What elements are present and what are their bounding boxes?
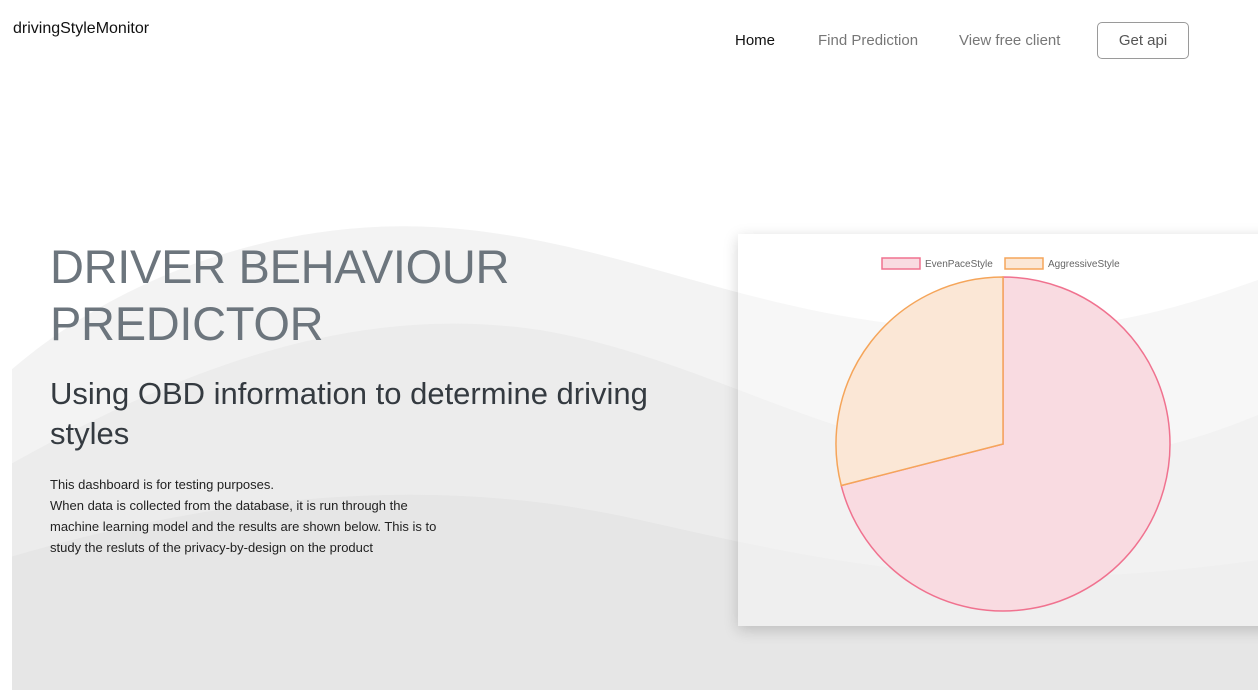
description-line: machine learning model and the results a… xyxy=(50,519,437,534)
legend-label-evenpacestyle: EvenPaceStyle xyxy=(925,259,993,270)
page-title: DRIVER BEHAVIOUR PREDICTOR xyxy=(50,240,510,350)
description-line: This dashboard is for testing purposes. xyxy=(50,477,275,492)
page: drivingStyleMonitor Home Find Prediction… xyxy=(0,0,1258,690)
page-subtitle: Using OBD information to determine drivi… xyxy=(50,376,648,451)
pie-slices xyxy=(835,276,1171,612)
legend-swatch-evenpacestyle[interactable] xyxy=(881,257,921,270)
nav-view-free-client-link[interactable]: View free client xyxy=(959,32,1060,49)
page-description: This dashboard is for testing purposes. … xyxy=(50,474,510,558)
get-api-button[interactable]: Get api xyxy=(1097,22,1189,59)
nav-find-prediction-link[interactable]: Find Prediction xyxy=(818,32,918,49)
chart-legend: EvenPaceStyle AggressiveStyle xyxy=(881,257,1120,270)
driving-style-pie-chart: EvenPaceStyle AggressiveStyle xyxy=(835,257,1171,612)
legend-label-aggressivestyle: AggressiveStyle xyxy=(1048,259,1120,270)
brand-logo[interactable]: drivingStyleMonitor xyxy=(13,20,149,38)
nav-home-link[interactable]: Home xyxy=(735,32,775,49)
description-line: When data is collected from the database… xyxy=(50,498,408,513)
legend-swatch-aggressivestyle[interactable] xyxy=(1004,257,1044,270)
chart-card: EvenPaceStyle AggressiveStyle xyxy=(738,234,1258,626)
description-line: study the resluts of the privacy-by-desi… xyxy=(50,540,374,555)
